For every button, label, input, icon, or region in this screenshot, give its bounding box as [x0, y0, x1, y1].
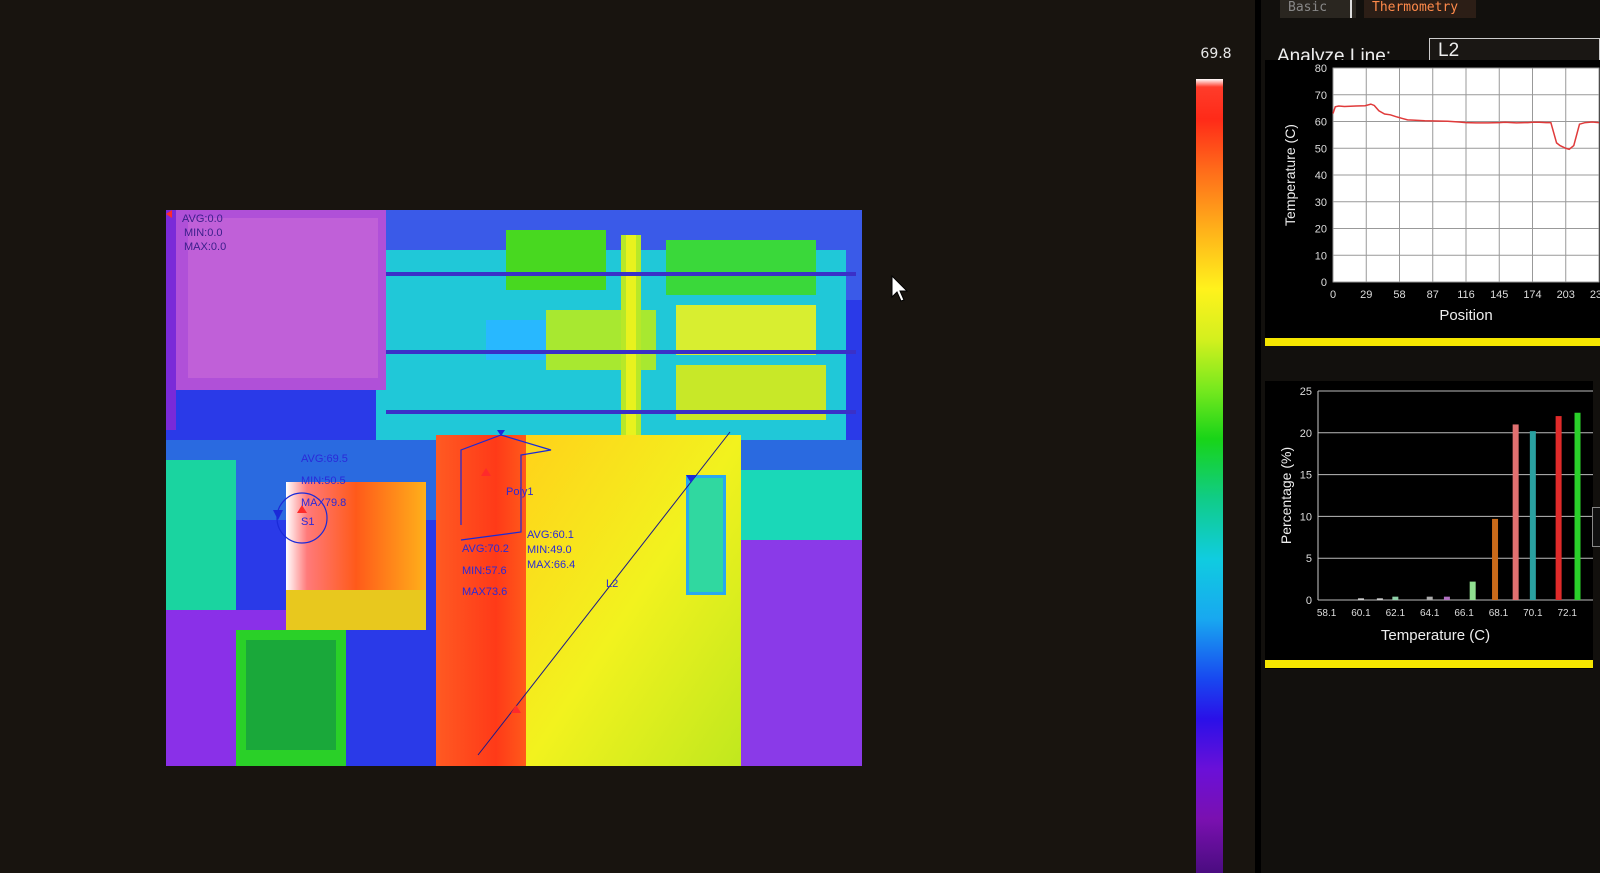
hist-x-tick-label: 62.1 [1386, 608, 1406, 619]
scale-max-label: 69.8 [1200, 46, 1232, 62]
l2-min: MIN:49.0 [527, 544, 572, 556]
hist-y-tick-label: 15 [1300, 470, 1312, 482]
hist-y-tick-label: 20 [1300, 428, 1312, 440]
corner-max: MAX:0.0 [184, 241, 226, 253]
poly1-avg: AVG:70.2 [462, 543, 509, 555]
hist-y-tick-label: 5 [1306, 553, 1312, 565]
x-tick-label: 174 [1523, 289, 1541, 301]
tab-thermometry[interactable]: Thermometry [1364, 0, 1476, 18]
hist-x-tick-label: 60.1 [1351, 608, 1371, 619]
poly1-max: MAX73.6 [462, 586, 507, 598]
y-tick-label: 40 [1315, 170, 1327, 182]
x-axis-label: Position [1439, 307, 1492, 324]
histogram-bar [1529, 431, 1536, 600]
histogram-bar [1376, 598, 1383, 600]
x-tick-label: 87 [1427, 289, 1439, 301]
hist-x-tick-label: 64.1 [1420, 608, 1440, 619]
x-tick-label: 58 [1393, 289, 1405, 301]
line-profile-svg: 0 10 20 30 40 50 60 70 80 0 29 58 87 116 145 174 203 232 P… [1282, 63, 1600, 324]
mouse-cursor-icon [891, 274, 911, 308]
analyze-line-value: L2 [1438, 40, 1460, 61]
x-tick-label: 0 [1330, 289, 1336, 301]
hist-x-tick-label: 70.1 [1523, 608, 1543, 619]
x-tick-label: 145 [1490, 289, 1508, 301]
histogram-bar [1555, 416, 1562, 600]
x-tick-label: 29 [1360, 289, 1372, 301]
panel-collapse-handle[interactable] [1592, 507, 1600, 547]
corner-avg: AVG:0.0 [182, 213, 223, 225]
line-chart-footer-bar [1265, 338, 1600, 346]
y-tick-label: 30 [1315, 197, 1327, 209]
hist-y-tick-label: 0 [1306, 595, 1312, 607]
y-tick-label: 60 [1315, 117, 1327, 129]
tab-divider [1350, 0, 1352, 18]
tab-basic[interactable]: Basic [1280, 0, 1356, 18]
y-tick-label: 50 [1315, 143, 1327, 155]
hist-y-tick-label: 25 [1300, 386, 1312, 398]
histogram-footer-bar [1265, 660, 1593, 668]
histogram-bar [1392, 596, 1399, 600]
y-tick-label: 80 [1315, 63, 1327, 75]
thermal-image[interactable]: AVG:0.0 MIN:0.0 MAX:0.0 S1 AVG:69.5 MIN:… [166, 210, 862, 766]
x-tick-label: 232 [1590, 289, 1600, 301]
histogram-bar [1492, 518, 1499, 600]
s1-avg: AVG:69.5 [301, 453, 348, 465]
y-tick-label: 10 [1315, 250, 1327, 262]
x-tick-label: 203 [1557, 289, 1575, 301]
y-tick-label: 0 [1321, 277, 1327, 289]
histogram-bar [1469, 581, 1476, 600]
hist-x-tick-label: 58.1 [1317, 608, 1337, 619]
hist-x-tick-label: 72.1 [1557, 608, 1577, 619]
hist-x-tick-label: 66.1 [1454, 608, 1474, 619]
x-tick-label: 116 [1457, 289, 1475, 301]
line-profile-chart: 0 10 20 30 40 50 60 70 80 0 29 58 87 116 145 174 203 232 P… [1265, 60, 1600, 345]
l2-avg: AVG:60.1 [527, 529, 574, 541]
color-scale-bar [1196, 79, 1223, 873]
histogram-bar [1512, 424, 1519, 600]
hist-x-tick-label: 68.1 [1489, 608, 1509, 619]
thermal-image-canvas: AVG:0.0 MIN:0.0 MAX:0.0 S1 AVG:69.5 MIN:… [166, 210, 862, 766]
histogram-bar [1426, 596, 1433, 600]
histogram-bar [1574, 412, 1581, 600]
poly1-min: MIN:57.6 [462, 565, 507, 577]
histogram-bar [1443, 596, 1450, 600]
histogram-svg: 0 5 10 15 20 25 58.1 60.1 62.1 64.1 66.1 68.1 70.1 72… [1278, 386, 1593, 644]
histogram-chart: 0 5 10 15 20 25 58.1 60.1 62.1 64.1 66.1 68.1 70.1 72… [1265, 381, 1593, 669]
hist-x-axis-label: Temperature (C) [1381, 627, 1490, 644]
s1-min: MIN:50.5 [301, 475, 346, 487]
l2-max: MAX:66.4 [527, 559, 575, 571]
hist-y-tick-label: 10 [1300, 511, 1312, 523]
histogram-bar [1357, 598, 1364, 600]
s1-max: MAX79.8 [301, 497, 346, 509]
l2-label: L2 [606, 578, 618, 590]
s1-label: S1 [301, 516, 314, 528]
hist-y-axis-label: Percentage (%) [1278, 447, 1294, 544]
y-axis-label: Temperature (C) [1282, 124, 1298, 226]
y-tick-label: 70 [1315, 90, 1327, 102]
poly1-label: Poly1 [506, 486, 534, 498]
corner-min: MIN:0.0 [184, 227, 223, 239]
y-tick-label: 20 [1315, 224, 1327, 236]
